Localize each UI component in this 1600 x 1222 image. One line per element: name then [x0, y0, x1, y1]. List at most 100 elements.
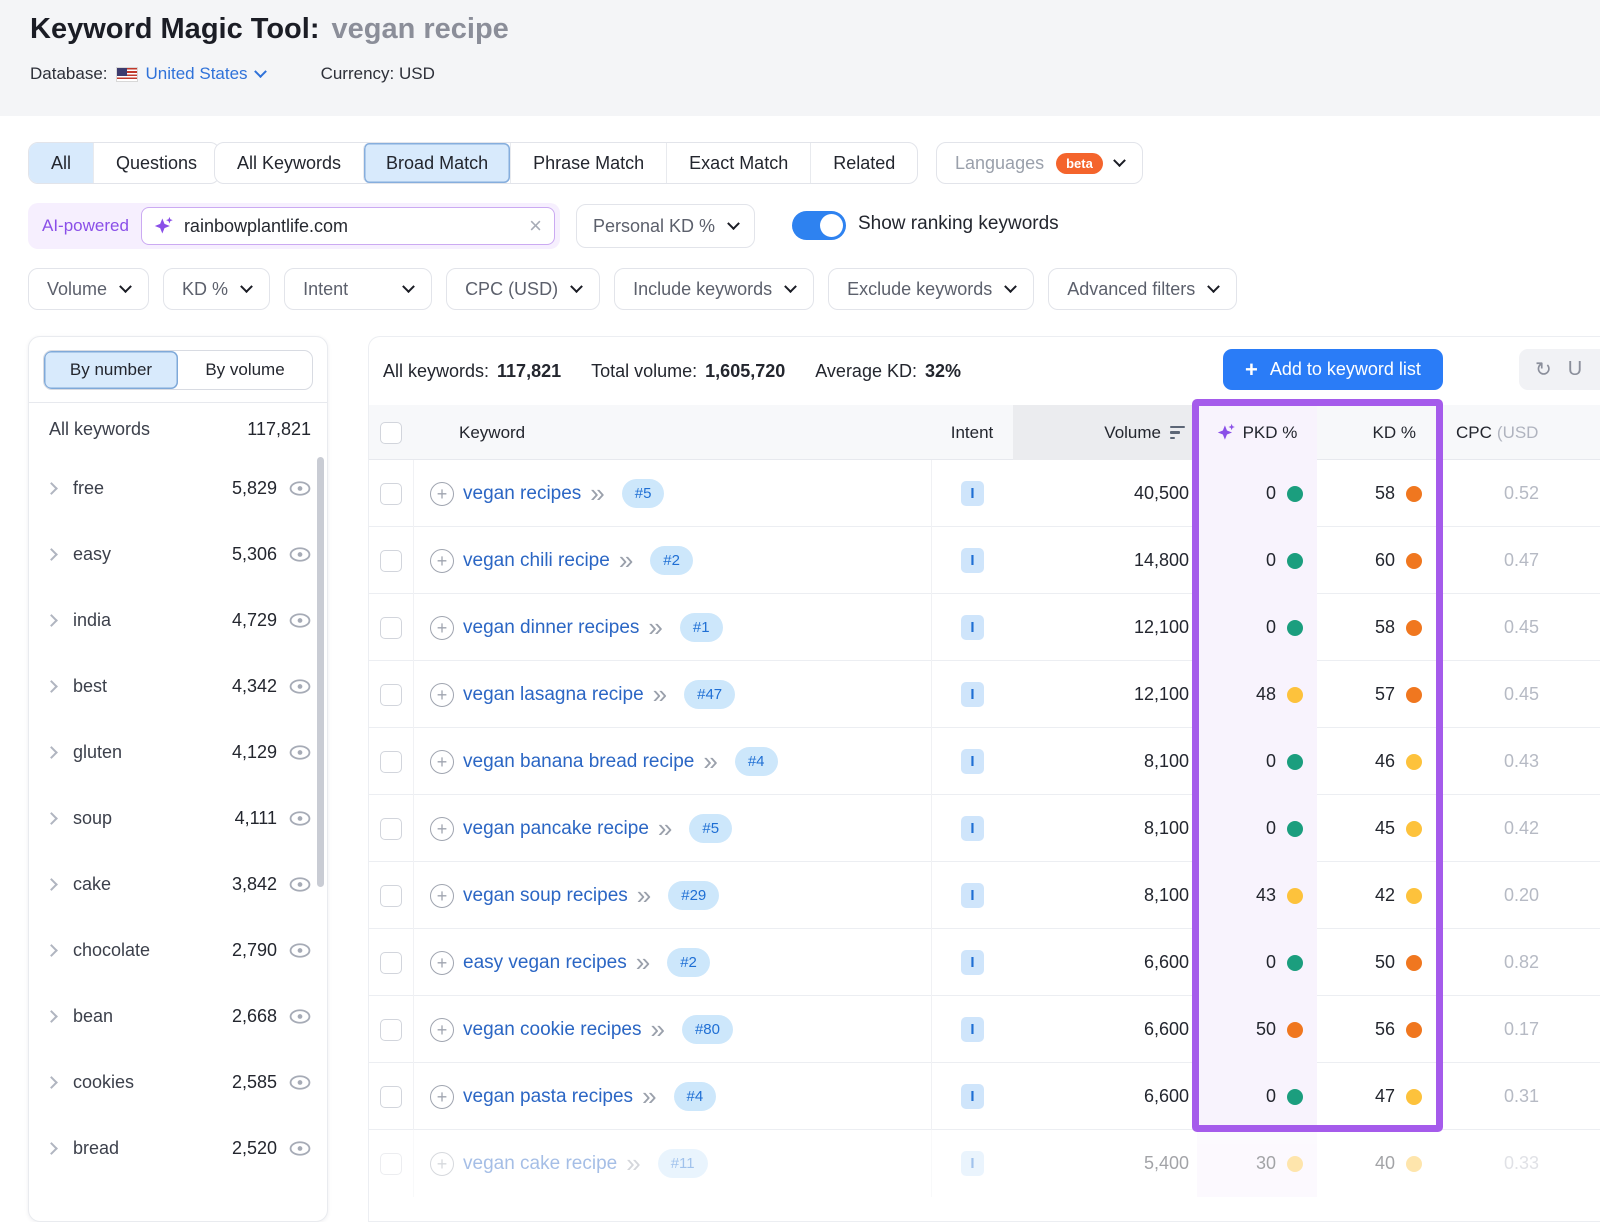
sidebar-group-free[interactable]: free 5,829	[29, 455, 327, 521]
add-keyword-icon[interactable]: +	[430, 750, 454, 774]
clear-input-icon[interactable]: ×	[529, 215, 542, 237]
keyword-link[interactable]: easy vegan recipes	[463, 952, 627, 974]
intent-filter[interactable]: Intent	[284, 268, 432, 310]
add-to-keyword-list-button[interactable]: + Add to keyword list	[1223, 349, 1443, 390]
kd-filter[interactable]: KD %	[163, 268, 270, 310]
show-ranking-keywords-toggle[interactable]	[792, 211, 846, 240]
expand-arrows-icon[interactable]: »	[642, 1089, 656, 1105]
expand-arrows-icon[interactable]: »	[637, 888, 651, 904]
tab-broad-match[interactable]: Broad Match	[363, 143, 510, 183]
expand-arrows-icon[interactable]: »	[651, 1022, 665, 1038]
sidebar-group-chocolate[interactable]: chocolate 2,790	[29, 917, 327, 983]
expand-arrows-icon[interactable]: »	[648, 620, 662, 636]
eye-icon[interactable]	[289, 1009, 311, 1024]
keyword-link[interactable]: vegan soup recipes	[463, 885, 628, 907]
keyword-link[interactable]: vegan cookie recipes	[463, 1019, 642, 1041]
add-keyword-icon[interactable]: +	[430, 1018, 454, 1042]
sidebar-group-gluten[interactable]: gluten 4,129	[29, 719, 327, 785]
expand-arrows-icon[interactable]: »	[658, 821, 672, 837]
tab-exact-match[interactable]: Exact Match	[666, 143, 810, 183]
expand-arrows-icon[interactable]: »	[636, 955, 650, 971]
add-keyword-icon[interactable]: +	[430, 884, 454, 908]
sidebar-group-easy[interactable]: easy 5,306	[29, 521, 327, 587]
database-selector[interactable]: United States	[146, 64, 265, 84]
volume-column-header[interactable]: Volume	[1013, 405, 1197, 460]
volume-filter[interactable]: Volume	[28, 268, 149, 310]
eye-icon[interactable]	[289, 811, 311, 826]
update-metrics-button[interactable]: ↻ U	[1519, 349, 1600, 390]
cpc-value: 0.20	[1442, 862, 1600, 929]
tab-all-keywords[interactable]: All Keywords	[215, 143, 363, 183]
advanced-filters[interactable]: Advanced filters	[1048, 268, 1237, 310]
keyword-column-header[interactable]: Keyword	[413, 405, 931, 460]
keyword-link[interactable]: vegan cake recipe	[463, 1153, 617, 1175]
add-keyword-icon[interactable]: +	[430, 549, 454, 573]
intent-column-header[interactable]: Intent	[931, 405, 1013, 460]
row-checkbox[interactable]	[380, 751, 402, 773]
row-checkbox[interactable]	[380, 550, 402, 572]
add-keyword-icon[interactable]: +	[430, 683, 454, 707]
row-checkbox[interactable]	[380, 483, 402, 505]
sidebar-group-cake[interactable]: cake 3,842	[29, 851, 327, 917]
expand-arrows-icon[interactable]: »	[653, 687, 667, 703]
sidebar-group-best[interactable]: best 4,342	[29, 653, 327, 719]
row-checkbox[interactable]	[380, 1153, 402, 1175]
personal-kd-dropdown[interactable]: Personal KD %	[576, 204, 755, 248]
tab-related[interactable]: Related	[810, 143, 917, 183]
include-keywords-filter[interactable]: Include keywords	[614, 268, 814, 310]
eye-icon[interactable]	[289, 613, 311, 628]
add-keyword-icon[interactable]: +	[430, 951, 454, 975]
sidebar-group-cookies[interactable]: cookies 2,585	[29, 1049, 327, 1115]
cpc-column-header[interactable]: CPC (USD	[1442, 405, 1600, 460]
sidebar-group-india[interactable]: india 4,729	[29, 587, 327, 653]
tab-questions[interactable]: Questions	[93, 143, 219, 183]
keyword-link[interactable]: vegan lasagna recipe	[463, 684, 644, 706]
tab-by-volume[interactable]: By volume	[178, 351, 312, 389]
exclude-keywords-filter[interactable]: Exclude keywords	[828, 268, 1034, 310]
add-keyword-icon[interactable]: +	[430, 817, 454, 841]
keyword-link[interactable]: vegan banana bread recipe	[463, 751, 694, 773]
row-checkbox[interactable]	[380, 1086, 402, 1108]
keyword-link[interactable]: vegan pancake recipe	[463, 818, 649, 840]
add-keyword-icon[interactable]: +	[430, 1152, 454, 1176]
expand-arrows-icon[interactable]: »	[619, 553, 633, 569]
eye-icon[interactable]	[289, 481, 311, 496]
row-checkbox[interactable]	[380, 818, 402, 840]
eye-icon[interactable]	[289, 1141, 311, 1156]
languages-dropdown[interactable]: Languages beta	[936, 142, 1143, 184]
eye-icon[interactable]	[289, 745, 311, 760]
expand-arrows-icon[interactable]: »	[703, 754, 717, 770]
expand-arrows-icon[interactable]: »	[590, 486, 604, 502]
keyword-link[interactable]: vegan dinner recipes	[463, 617, 639, 639]
expand-arrows-icon[interactable]: »	[626, 1156, 640, 1172]
keyword-link[interactable]: vegan chili recipe	[463, 550, 610, 572]
sidebar-all-keywords-row[interactable]: All keywords 117,821	[29, 403, 327, 455]
sidebar-group-soup[interactable]: soup 4,111	[29, 785, 327, 851]
eye-icon[interactable]	[289, 1075, 311, 1090]
row-checkbox[interactable]	[380, 885, 402, 907]
add-keyword-icon[interactable]: +	[430, 482, 454, 506]
tab-all[interactable]: All	[29, 143, 93, 183]
cpc-filter[interactable]: CPC (USD)	[446, 268, 600, 310]
row-checkbox[interactable]	[380, 684, 402, 706]
sidebar-group-bean[interactable]: bean 2,668	[29, 983, 327, 1049]
eye-icon[interactable]	[289, 679, 311, 694]
tab-phrase-match[interactable]: Phrase Match	[510, 143, 666, 183]
sidebar-scrollbar[interactable]	[317, 457, 324, 887]
add-keyword-icon[interactable]: +	[430, 616, 454, 640]
tab-by-number[interactable]: By number	[44, 351, 178, 389]
add-keyword-icon[interactable]: +	[430, 1085, 454, 1109]
domain-search-input[interactable]: rainbowplantlife.com ×	[141, 207, 555, 245]
kd-column-header[interactable]: KD %	[1317, 405, 1442, 460]
eye-icon[interactable]	[289, 943, 311, 958]
eye-icon[interactable]	[289, 547, 311, 562]
row-checkbox[interactable]	[380, 617, 402, 639]
row-checkbox[interactable]	[380, 1019, 402, 1041]
eye-icon[interactable]	[289, 877, 311, 892]
keyword-link[interactable]: vegan recipes	[463, 483, 581, 505]
sidebar-group-bread[interactable]: bread 2,520	[29, 1115, 327, 1181]
select-all-checkbox[interactable]	[380, 422, 402, 444]
pkd-column-header[interactable]: PKD %	[1197, 405, 1317, 460]
row-checkbox[interactable]	[380, 952, 402, 974]
keyword-link[interactable]: vegan pasta recipes	[463, 1086, 633, 1108]
